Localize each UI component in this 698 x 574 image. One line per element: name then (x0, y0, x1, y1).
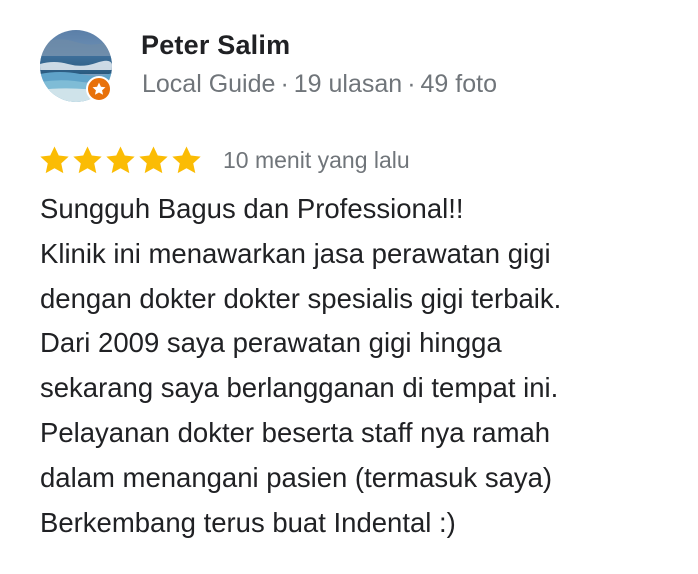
photos-count: 49 foto (420, 70, 497, 98)
review-line: Sungguh Bagus dan Professional!! (40, 193, 464, 224)
review-line: Klinik ini menawarkan jasa perawatan gig… (40, 237, 551, 269)
reviews-count: 19 ulasan (293, 70, 403, 98)
reviewer-name[interactable]: Peter Salim (141, 30, 290, 61)
star-icon (139, 145, 168, 173)
reviewer-meta[interactable]: Local Guide · 19 ulasan · 49 foto (142, 70, 497, 99)
meta-separator: · (280, 70, 289, 98)
star-icon (40, 145, 69, 173)
star-icon (106, 145, 135, 173)
local-guide-badge (86, 76, 112, 102)
review-line: Pelayanan dokter beserta staff nya ramah (40, 416, 551, 448)
star-badge-icon (92, 82, 106, 95)
review-text: Sungguh Bagus dan Professional!! Klinik i… (40, 187, 690, 545)
review-card: Peter Salim Local Guide · 19 ulasan · 49 fot… (0, 0, 698, 574)
review-line: dengan dokter dokter spesialis gigi terb… (40, 282, 562, 314)
review-line: dalam menangani pasien (termasuk saya) (40, 461, 553, 493)
star-icon (73, 145, 102, 173)
meta-separator: · (407, 70, 416, 98)
rating-row: 10 menit yang lalu (38, 143, 410, 177)
local-guide-label: Local Guide (142, 70, 276, 98)
review-line: Dari 2009 saya perawatan gigi hingga (40, 327, 502, 359)
star-rating (38, 144, 203, 177)
review-line: sekarang saya berlangganan di tempat ini… (40, 372, 559, 404)
star-icon (172, 145, 201, 173)
review-line: Berkembang terus buat Indental :) (40, 506, 456, 538)
review-timestamp: 10 menit yang lalu (223, 146, 410, 173)
